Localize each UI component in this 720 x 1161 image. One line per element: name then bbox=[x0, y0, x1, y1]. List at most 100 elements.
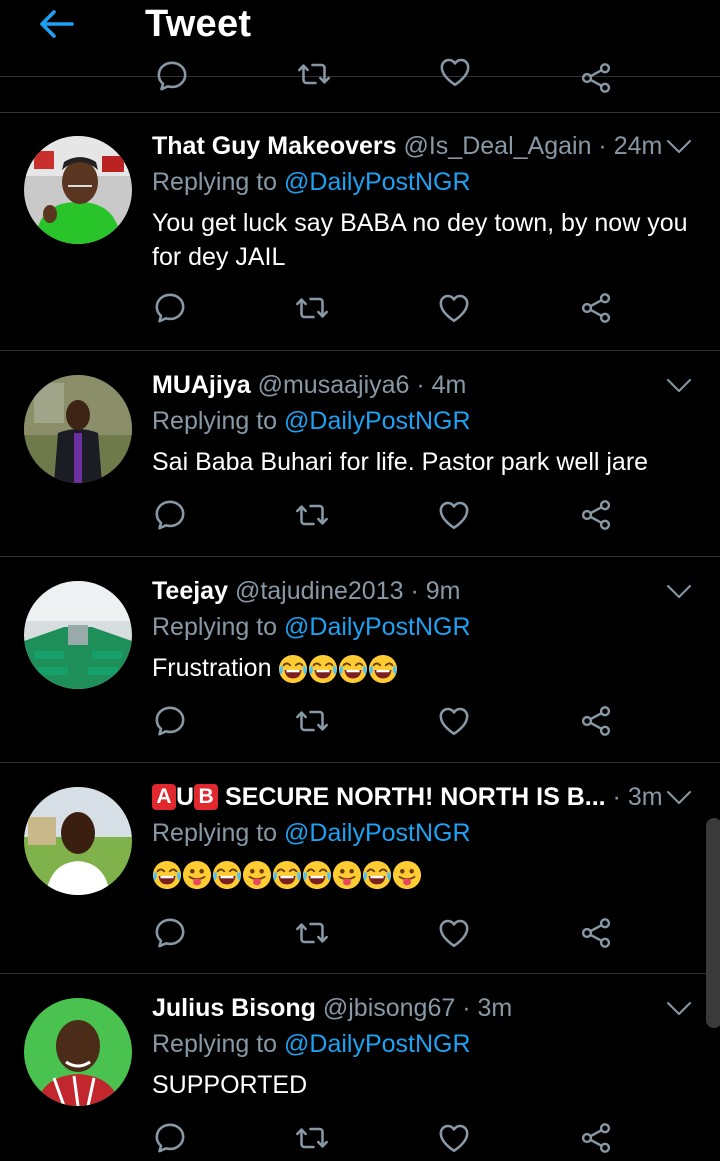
share-button[interactable] bbox=[578, 915, 618, 955]
name-emoji-a: A bbox=[152, 784, 176, 810]
display-name[interactable]: Teejay bbox=[152, 577, 228, 605]
timestamp: 4m bbox=[431, 371, 467, 399]
chevron-down-icon[interactable] bbox=[666, 583, 692, 601]
timestamp: 9m bbox=[425, 577, 461, 605]
replying-to: Replying to @DailyPostNGR bbox=[152, 407, 471, 436]
tweet-header: That Guy Makeovers @Is_Deal_Again · 24m bbox=[152, 132, 680, 161]
share-button[interactable] bbox=[578, 497, 618, 537]
tweet-reply[interactable]: AUB SECURE NORTH! NORTH IS B... · 3m Rep… bbox=[0, 763, 720, 974]
avatar[interactable] bbox=[24, 581, 132, 689]
comment-icon[interactable] bbox=[154, 58, 190, 94]
tweet-actions bbox=[152, 290, 632, 330]
avatar[interactable] bbox=[24, 136, 132, 244]
like-button[interactable] bbox=[436, 915, 476, 955]
retweet-button[interactable] bbox=[294, 703, 334, 743]
retweet-button[interactable] bbox=[294, 290, 334, 330]
tweet-reply[interactable]: Teejay @tajudine2013 · 9m Replying to @D… bbox=[0, 557, 720, 763]
tweet-reply[interactable]: Julius Bisong @jbisong67 · 3m Replying t… bbox=[0, 974, 720, 1149]
face-with-tears-of-joy-emoji bbox=[272, 860, 302, 890]
share-icon bbox=[578, 915, 614, 951]
previous-tweet-actions bbox=[0, 50, 720, 113]
like-button[interactable] bbox=[436, 703, 476, 743]
face-with-tears-of-joy-emoji bbox=[362, 860, 392, 890]
replying-to: Replying to @DailyPostNGR bbox=[152, 1030, 471, 1059]
reply-button[interactable] bbox=[152, 1120, 192, 1160]
chevron-down-icon[interactable] bbox=[666, 789, 692, 807]
avatar[interactable] bbox=[24, 787, 132, 895]
replying-to: Replying to @DailyPostNGR bbox=[152, 613, 471, 642]
tweet-text: Sai Baba Buhari for life. Pastor park we… bbox=[152, 448, 649, 476]
mention-link[interactable]: @DailyPostNGR bbox=[284, 1030, 471, 1058]
top-app-bar: Tweet bbox=[0, 0, 720, 50]
retweet-button[interactable] bbox=[294, 1120, 334, 1160]
face-with-tears-of-joy-emoji bbox=[212, 860, 242, 890]
avatar[interactable] bbox=[24, 375, 132, 483]
scrollbar-thumb[interactable] bbox=[706, 818, 720, 1028]
retweet-button[interactable] bbox=[294, 497, 334, 537]
like-button[interactable] bbox=[436, 290, 476, 330]
heart-icon[interactable] bbox=[437, 54, 473, 90]
mention-link[interactable]: @DailyPostNGR bbox=[284, 168, 471, 196]
tweet-actions bbox=[152, 1120, 632, 1160]
like-button[interactable] bbox=[436, 1120, 476, 1160]
share-button[interactable] bbox=[578, 290, 618, 330]
display-name[interactable]: SECURE NORTH! NORTH IS B... bbox=[225, 783, 606, 811]
share-icon bbox=[578, 290, 614, 326]
separator-dot: · bbox=[605, 783, 628, 811]
mention-link[interactable]: @DailyPostNGR bbox=[284, 613, 471, 641]
face-with-tongue-emoji bbox=[182, 860, 212, 890]
share-icon[interactable] bbox=[578, 60, 614, 96]
tweet-text-content: Frustration bbox=[152, 654, 272, 682]
heart-icon bbox=[436, 290, 472, 326]
chevron-down-icon[interactable] bbox=[666, 1000, 692, 1018]
retweet-icon[interactable] bbox=[296, 56, 332, 92]
mention-link[interactable]: @DailyPostNGR bbox=[284, 407, 471, 435]
reply-button[interactable] bbox=[152, 497, 192, 537]
timestamp: 24m bbox=[613, 132, 663, 160]
user-handle[interactable]: @tajudine2013 bbox=[235, 577, 404, 605]
timestamp: 3m bbox=[477, 994, 513, 1022]
tweet-header: Julius Bisong @jbisong67 · 3m bbox=[152, 994, 680, 1023]
display-name[interactable]: MUAjiya bbox=[152, 371, 251, 399]
comment-icon bbox=[152, 915, 188, 951]
tweet-text: You get luck say BABA no dey town, by no… bbox=[152, 209, 688, 271]
face-with-tongue-emoji bbox=[242, 860, 272, 890]
name-emoji-b: B bbox=[194, 784, 219, 810]
user-handle[interactable]: @musaajiya6 bbox=[258, 371, 410, 399]
retweet-icon bbox=[294, 703, 330, 739]
avatar[interactable] bbox=[24, 998, 132, 1106]
tweet-reply[interactable]: MUAjiya @musaajiya6 · 4m Replying to @Da… bbox=[0, 351, 720, 557]
face-with-tears-of-joy-emoji bbox=[278, 654, 308, 684]
replying-to-label: Replying to bbox=[152, 168, 285, 196]
tweet-reply[interactable]: That Guy Makeovers @Is_Deal_Again · 24m … bbox=[0, 112, 720, 351]
retweet-icon bbox=[294, 915, 330, 951]
user-handle[interactable]: @jbisong67 bbox=[323, 994, 455, 1022]
display-name[interactable]: Julius Bisong bbox=[152, 994, 316, 1022]
reply-button[interactable] bbox=[152, 290, 192, 330]
replying-to-label: Replying to bbox=[152, 613, 285, 641]
tweet-header: AUB SECURE NORTH! NORTH IS B... · 3m bbox=[152, 783, 680, 812]
face-with-tears-of-joy-emoji bbox=[368, 654, 398, 684]
replying-to-label: Replying to bbox=[152, 407, 285, 435]
reply-button[interactable] bbox=[152, 915, 192, 955]
retweet-button[interactable] bbox=[294, 915, 334, 955]
tweet-actions bbox=[152, 703, 632, 743]
display-name[interactable]: That Guy Makeovers bbox=[152, 132, 397, 160]
reply-button[interactable] bbox=[152, 703, 192, 743]
heart-icon bbox=[436, 1120, 472, 1156]
name-letter: U bbox=[176, 783, 195, 811]
share-button[interactable] bbox=[578, 1120, 618, 1160]
chevron-down-icon[interactable] bbox=[666, 138, 692, 156]
tweet-actions bbox=[152, 915, 632, 955]
face-with-tears-of-joy-emoji bbox=[338, 654, 368, 684]
chevron-down-icon[interactable] bbox=[666, 377, 692, 395]
like-button[interactable] bbox=[436, 497, 476, 537]
comment-icon bbox=[152, 703, 188, 739]
user-handle[interactable]: @Is_Deal_Again bbox=[403, 132, 591, 160]
retweet-icon bbox=[294, 497, 330, 533]
comment-icon bbox=[152, 1120, 188, 1156]
share-button[interactable] bbox=[578, 703, 618, 743]
mention-link[interactable]: @DailyPostNGR bbox=[284, 819, 471, 847]
back-button[interactable] bbox=[34, 4, 78, 44]
heart-icon bbox=[436, 703, 472, 739]
